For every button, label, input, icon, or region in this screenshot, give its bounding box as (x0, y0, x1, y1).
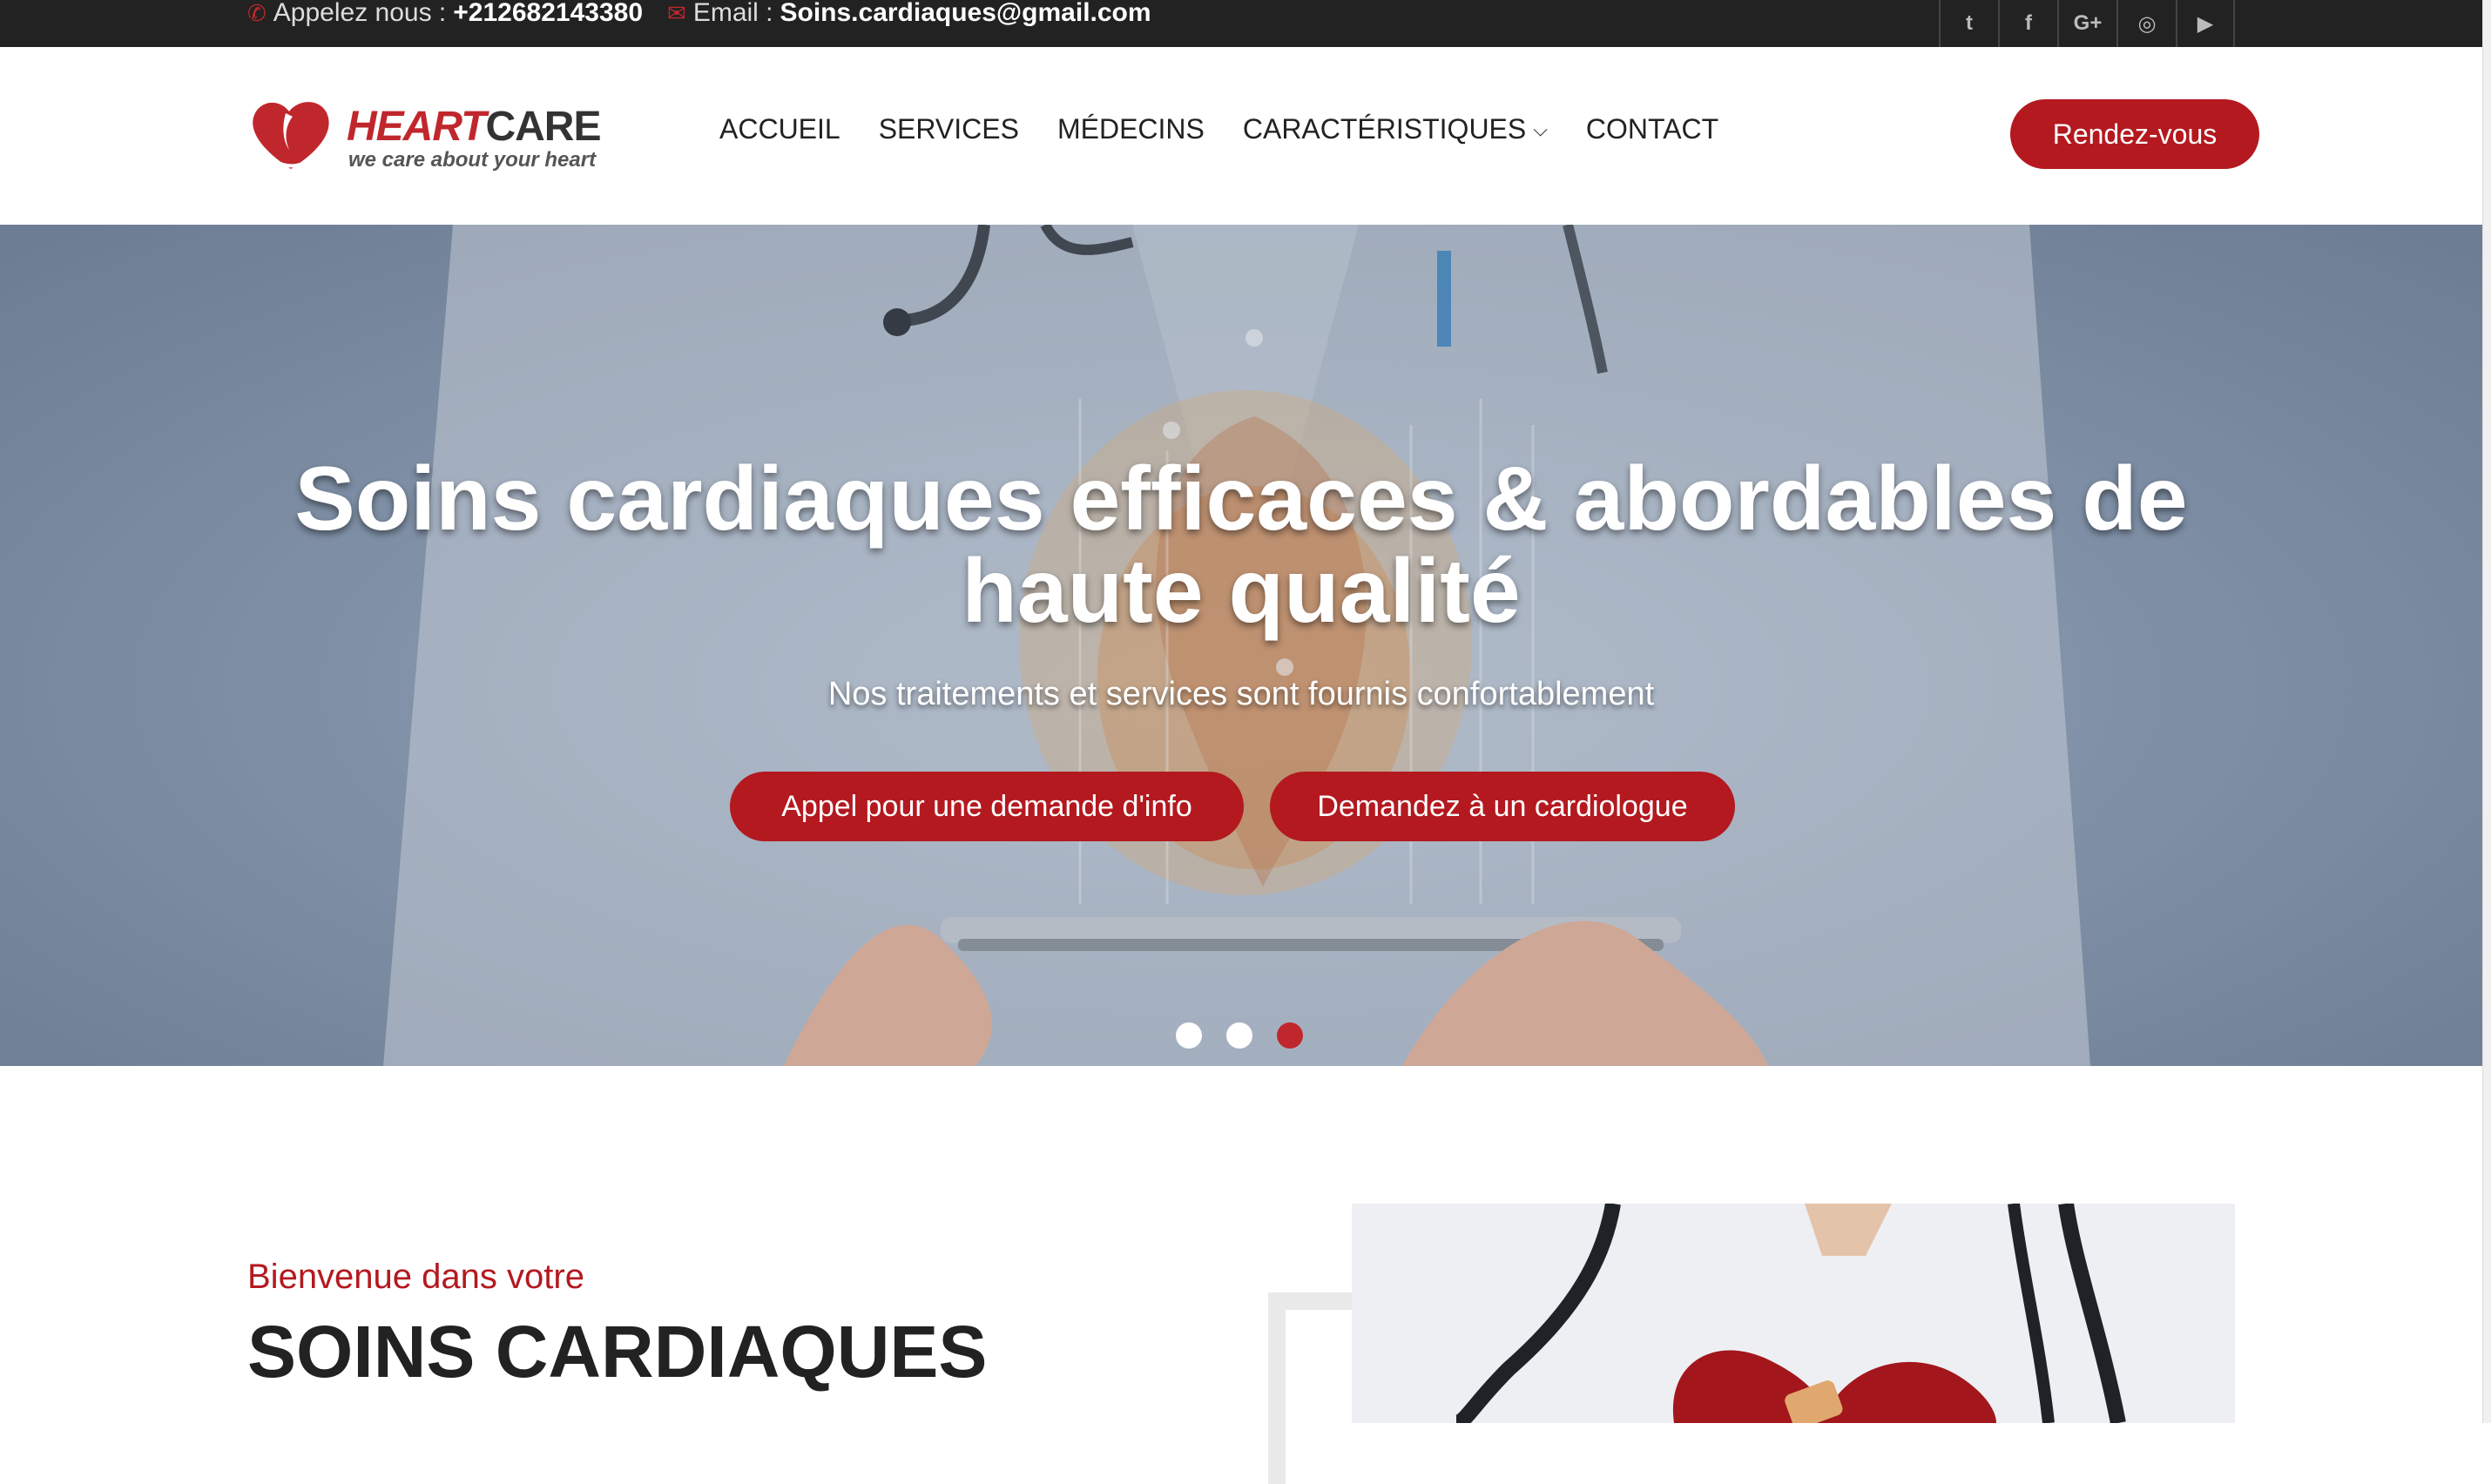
slider-dot-2[interactable] (1226, 1022, 1252, 1049)
google-plus-icon[interactable]: G+ (2057, 0, 2116, 47)
slider-dot-3[interactable] (1277, 1022, 1303, 1049)
doctor-heart-photo (1352, 1204, 2235, 1423)
logo-wordmark: HEARTCARE (347, 103, 601, 151)
twitter-icon[interactable]: t (1939, 0, 1998, 47)
facebook-icon[interactable]: f (1998, 0, 2057, 47)
contact-info: ✆ Appelez nous : +212682143380 ✉ Email :… (247, 0, 1151, 26)
welcome-title: SOINS CARDIAQUES (247, 1311, 988, 1393)
logo-word-care: CARE (485, 104, 601, 150)
doctor-heart-illustration (1352, 1204, 2235, 1423)
nav-item-contact[interactable]: CONTACT (1586, 113, 1718, 145)
ask-cardiologist-button[interactable]: Demandez à un cardiologue (1270, 772, 1735, 841)
top-bar: ✆ Appelez nous : +212682143380 ✉ Email :… (0, 0, 2482, 47)
logo-tagline: we care about your heart (348, 148, 597, 172)
chevron-down-icon: ⌵ (1533, 118, 1548, 140)
site-header: HEARTCARE we care about your heart ACCUE… (0, 47, 2482, 225)
nav-label: MÉDECINS (1056, 113, 1205, 145)
hero-background-image (0, 225, 2482, 1066)
envelope-icon: ✉ (667, 0, 686, 26)
main-nav: ACCUEIL SERVICES MÉDECINS CARACTÉRISTIQU… (719, 113, 1718, 145)
phone-icon: ✆ (247, 0, 267, 26)
appointment-button[interactable]: Rendez-vous (2010, 99, 2259, 169)
nav-label: SERVICES (878, 113, 1019, 145)
phone-label: Appelez nous : (273, 0, 447, 27)
email-address[interactable]: Soins.cardiaques@gmail.com (780, 0, 1151, 26)
nav-item-accueil[interactable]: ACCUEIL (719, 113, 840, 145)
welcome-kicker: Bienvenue dans votre (247, 1258, 584, 1296)
email-contact[interactable]: ✉ Email : Soins.cardiaques@gmail.com (667, 0, 1151, 26)
youtube-icon[interactable]: ▶ (2176, 0, 2235, 47)
slider-dots (1176, 1022, 1303, 1049)
phone-contact[interactable]: ✆ Appelez nous : +212682143380 (247, 0, 643, 26)
phone-number[interactable]: +212682143380 (453, 0, 643, 26)
nav-item-caracteristiques[interactable]: CARACTÉRISTIQUES ⌵ (1243, 113, 1548, 145)
page-scrollbar[interactable] (2482, 0, 2491, 1423)
hero-slider: Soins cardiaques efficaces & abordables … (0, 225, 2482, 1066)
nav-item-medecins[interactable]: MÉDECINS (1057, 113, 1205, 145)
info-request-button[interactable]: Appel pour une demande d'info (730, 772, 1244, 841)
social-links: t f G+ ◎ ▶ (1939, 0, 2235, 47)
nav-label: CONTACT (1585, 113, 1719, 145)
slider-dot-1[interactable] (1176, 1022, 1202, 1049)
instagram-icon[interactable]: ◎ (2116, 0, 2176, 47)
email-label: Email : (692, 0, 773, 27)
nav-label: ACCUEIL (719, 113, 840, 145)
hero-title: Soins cardiaques efficaces & abordables … (294, 449, 2188, 642)
nav-label: CARACTÉRISTIQUES (1242, 113, 1527, 145)
nav-item-services[interactable]: SERVICES (879, 113, 1019, 145)
logo[interactable]: HEARTCARE we care about your heart (247, 96, 613, 174)
logo-word-heart: HEART (347, 104, 486, 150)
heart-logo-icon (253, 102, 329, 169)
hero-subtitle: Nos traitements et services sont fournis… (827, 676, 1655, 712)
